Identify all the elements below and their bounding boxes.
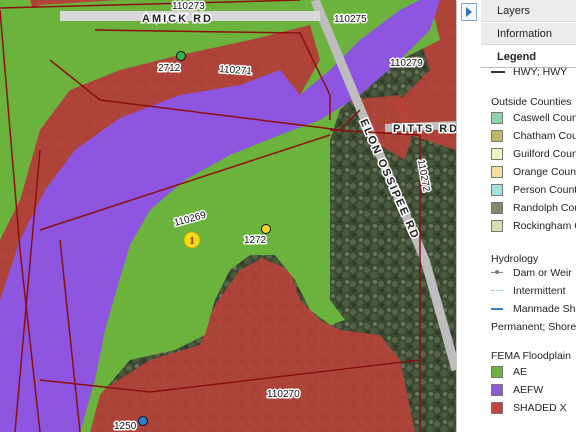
- play-arrow-icon: [466, 7, 472, 17]
- dashed-line-icon: [491, 290, 503, 291]
- color-swatch: [491, 184, 503, 196]
- color-swatch: [491, 112, 503, 124]
- dam-dot-icon: [495, 270, 499, 274]
- legend-item-label: SHADED X: [513, 402, 567, 414]
- point-label-1272: 1272: [244, 235, 267, 246]
- color-swatch: [491, 220, 503, 232]
- legend-list[interactable]: HWY; HWY Outside Counties Caswell County…: [481, 68, 576, 432]
- parcel-label-110273: 110273: [172, 1, 205, 12]
- parcel-label-110271: 110271: [219, 64, 253, 77]
- legend-item-label: Guilford County: [513, 148, 576, 160]
- legend-item-label: AEFW: [513, 384, 544, 396]
- legend-item-label: Chatham County: [513, 130, 576, 142]
- point-label-1250: 1250: [114, 421, 137, 432]
- legend-header-fema: FEMA Floodplain: [491, 350, 571, 362]
- road-line-icon: [491, 71, 505, 73]
- road-label-pitts: PITTS RD: [393, 123, 456, 135]
- color-swatch: [491, 202, 503, 214]
- collapse-panel-button[interactable]: [461, 3, 477, 21]
- legend-header-outside-counties: Outside Counties: [491, 96, 572, 108]
- point-1250[interactable]: [138, 416, 148, 426]
- legend-item-label: Caswell County: [513, 112, 576, 124]
- legend-item-label: Dam or Weir: [513, 267, 572, 279]
- legend-item-label: Randolph County: [513, 202, 576, 214]
- legend-item-label: Rockingham County: [513, 220, 576, 232]
- solid-line-icon: [491, 308, 503, 310]
- parcel-label-110279: 110279: [390, 58, 423, 69]
- tab-layers[interactable]: Layers: [481, 0, 576, 22]
- road-label-amick: AMICK RD: [142, 13, 213, 25]
- marker-1-label: 1: [189, 235, 195, 247]
- legend-item-label: Intermittent: [513, 285, 566, 297]
- map-canvas[interactable]: 1 110273 AMICK RD 110275 110271 110279 2…: [0, 0, 456, 432]
- map-view[interactable]: 1 110273 AMICK RD 110275 110271 110279 2…: [0, 0, 456, 432]
- color-swatch: [491, 402, 503, 414]
- parcel-label-110270: 110270: [267, 389, 300, 400]
- legend-item-label: Orange County: [513, 166, 576, 178]
- color-swatch: [491, 366, 503, 378]
- side-panel: Layers Information Legend HWY; HWY Outsi…: [456, 0, 576, 432]
- legend-item-permanent: Permanent; Shoreline: [491, 321, 576, 333]
- color-swatch: [491, 130, 503, 142]
- color-swatch: [491, 148, 503, 160]
- legend-item-label: HWY; HWY: [513, 68, 568, 78]
- legend-item-label: AE: [513, 366, 528, 378]
- parcel-label-110275: 110275: [334, 14, 367, 25]
- tab-legend[interactable]: Legend: [481, 46, 576, 68]
- point-label-2712: 2712: [158, 63, 181, 74]
- legend-item-label: Person County: [513, 184, 576, 196]
- legend-item-label: Manmade Shoreline: [513, 303, 576, 315]
- point-1272[interactable]: [261, 224, 271, 234]
- tab-information[interactable]: Information: [481, 23, 576, 45]
- point-2712[interactable]: [176, 51, 186, 61]
- color-swatch: [491, 384, 503, 396]
- color-swatch: [491, 166, 503, 178]
